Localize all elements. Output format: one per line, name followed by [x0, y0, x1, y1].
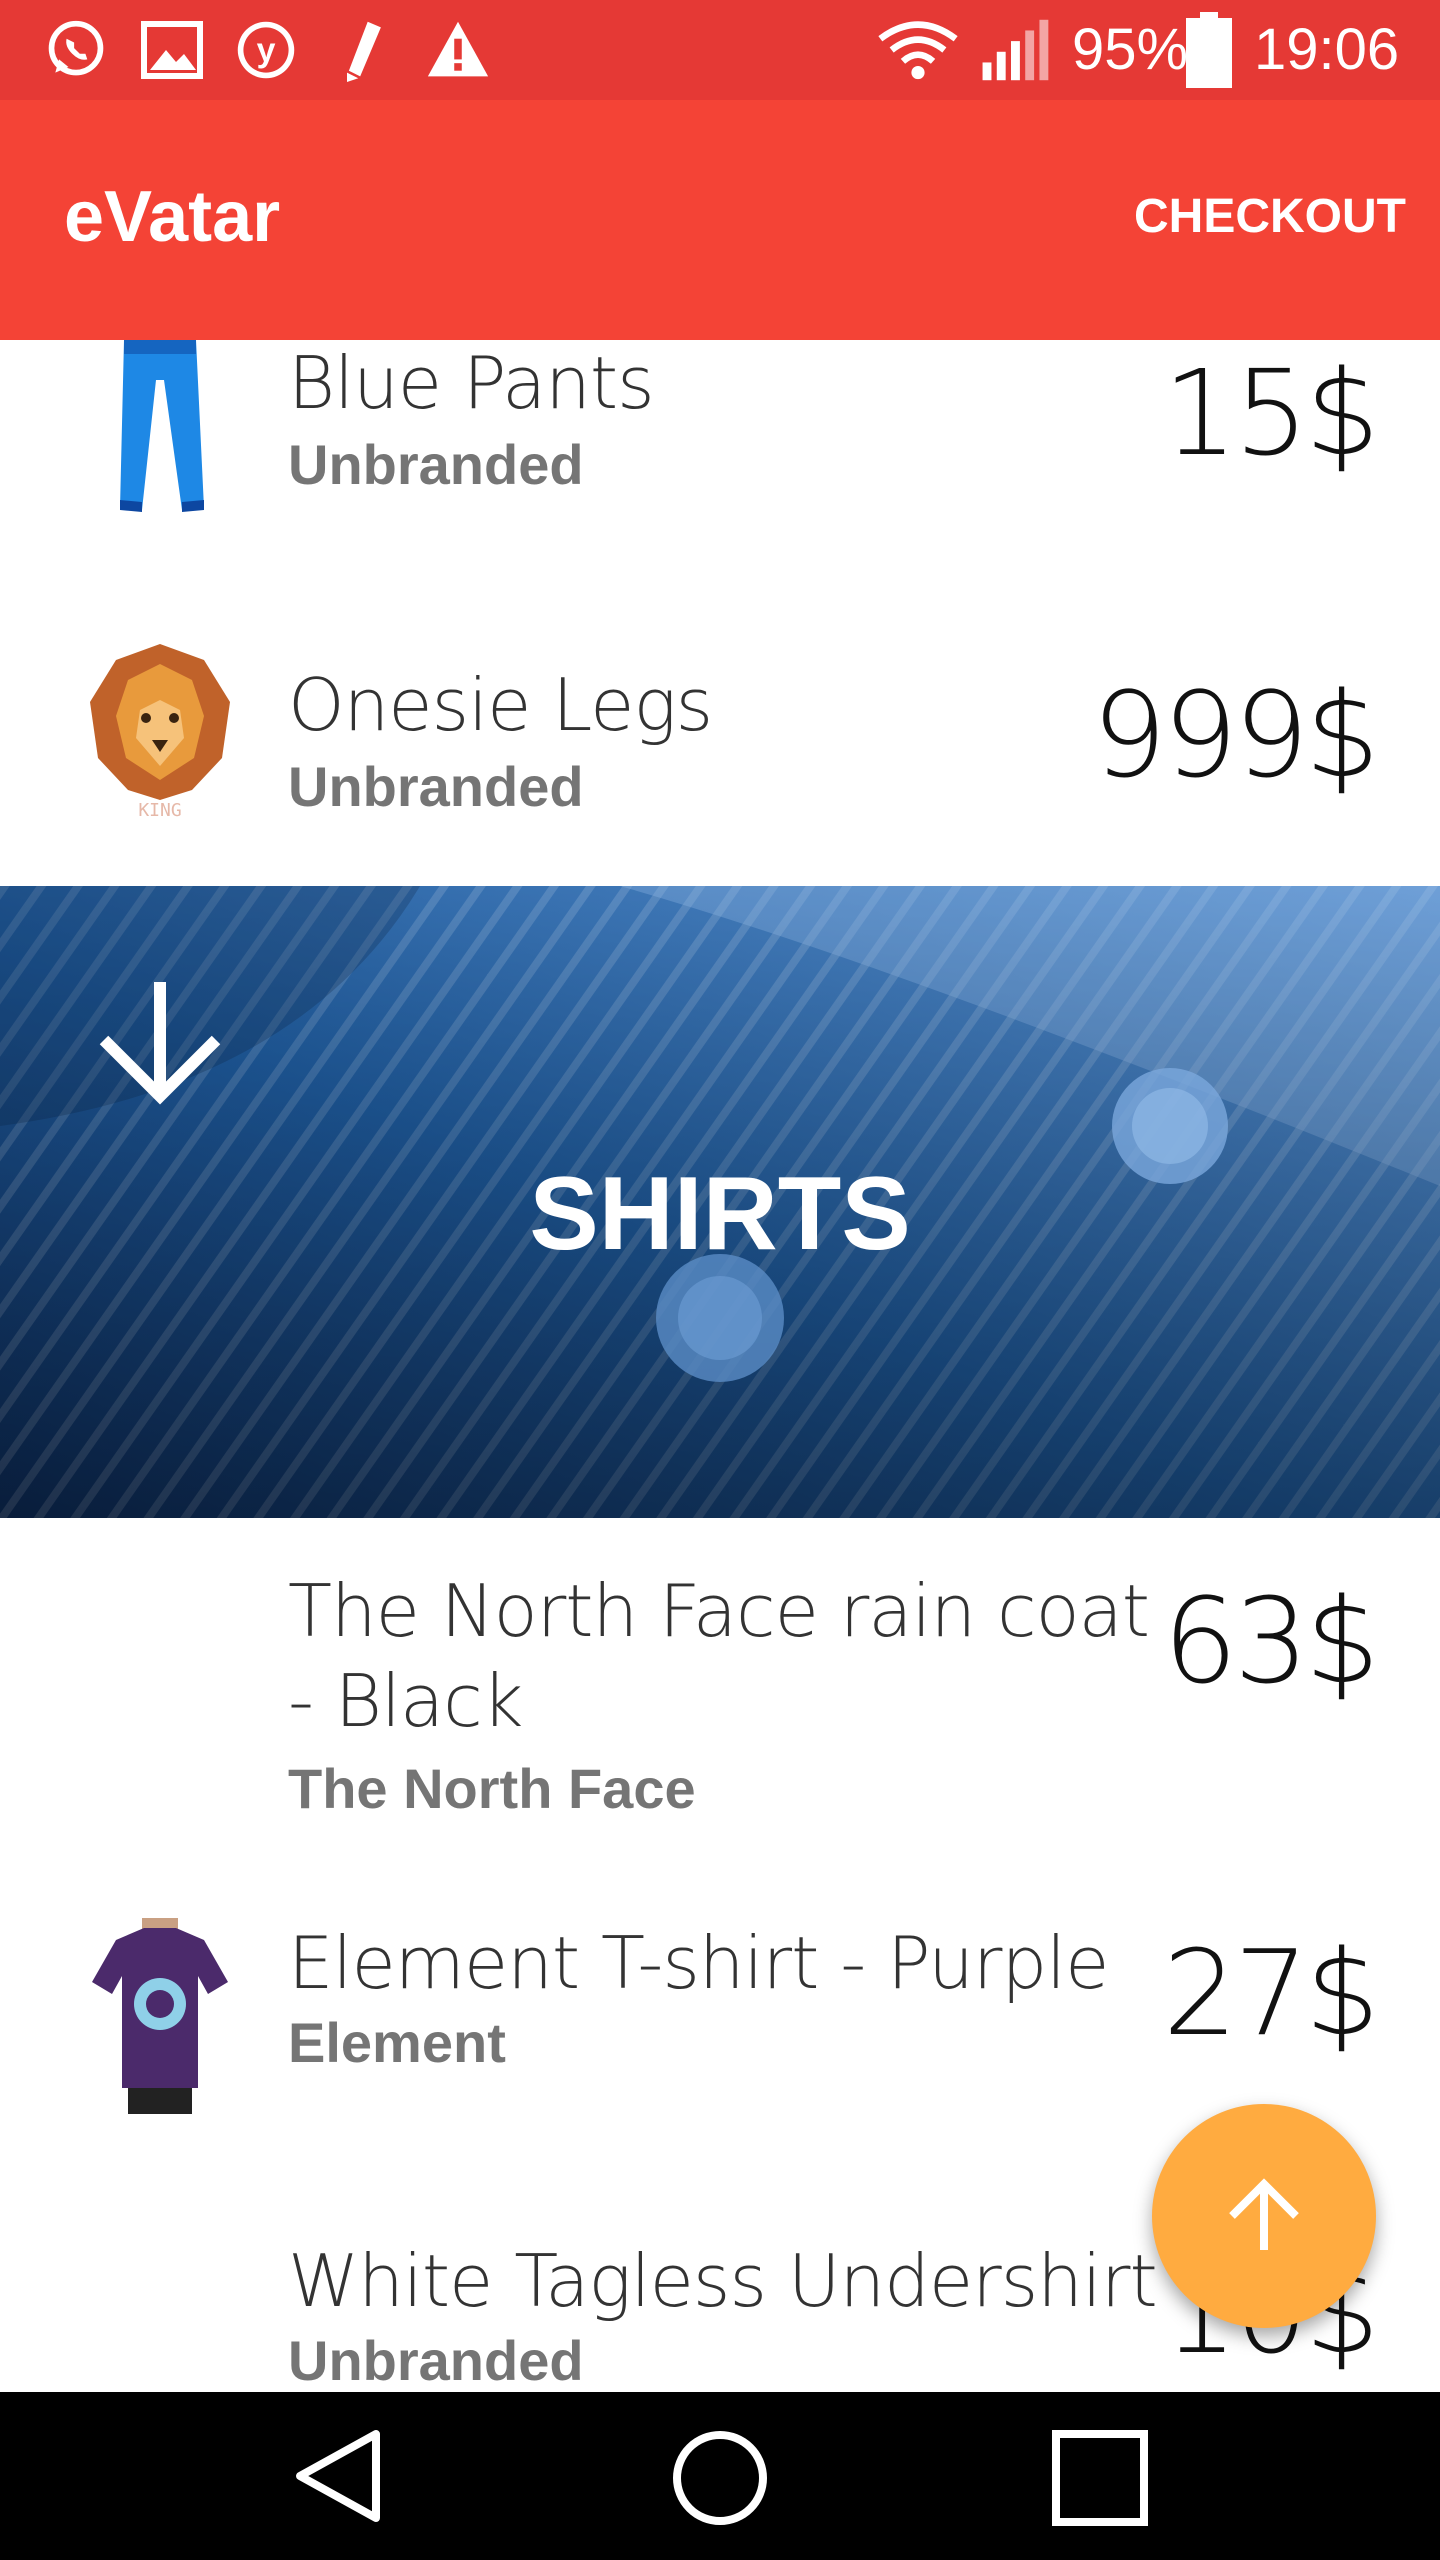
- navigation-bar: [0, 2392, 1440, 2560]
- gallery-icon: [141, 21, 203, 79]
- battery-percent: 95%: [1072, 17, 1189, 82]
- wifi-icon: [878, 21, 958, 80]
- scroll-to-top-button[interactable]: [1152, 2104, 1376, 2328]
- status-bar: y 95% 19:06: [0, 0, 1440, 100]
- svg-text:y: y: [257, 31, 276, 69]
- item-brand: Element: [288, 2011, 506, 2074]
- list-item-north-face-rain-coat[interactable]: The North Face rain coat - Black The Nor…: [0, 1566, 1440, 1866]
- item-price: 15$: [1162, 344, 1380, 482]
- item-name: The North Face rain coat - Black: [288, 1569, 1150, 1743]
- signal-icon: [982, 19, 1049, 81]
- item-price: 63$: [1162, 1572, 1380, 1710]
- category-title: SHIRTS: [529, 1156, 911, 1272]
- arrow-down-icon[interactable]: [96, 978, 224, 1106]
- edit-icon: [347, 21, 381, 82]
- warning-icon: [427, 21, 489, 77]
- lion-king-thumbnail: KING: [90, 644, 230, 820]
- item-brand: The North Face: [288, 1757, 696, 1820]
- item-price: 999$: [1091, 666, 1380, 804]
- arrow-up-icon: [1229, 2178, 1299, 2250]
- back-icon[interactable]: [290, 2428, 386, 2524]
- product-list[interactable]: Blue Pants Unbranded 15$ KING Onesie Leg…: [0, 340, 1440, 2392]
- category-banner-shirts[interactable]: SHIRTS: [0, 886, 1440, 1518]
- item-name: Blue Pants: [288, 341, 655, 425]
- app-bar: eVatar CHECKOUT: [0, 100, 1440, 340]
- battery-icon: [1186, 12, 1232, 88]
- item-price: 27$: [1162, 1924, 1380, 2062]
- item-name: Onesie Legs: [288, 663, 713, 747]
- item-brand: Unbranded: [288, 755, 584, 818]
- purple-tshirt-thumbnail: [92, 1918, 228, 2114]
- item-brand: Unbranded: [288, 2329, 584, 2392]
- item-name: White Tagless Undershirt: [288, 2239, 1158, 2323]
- blue-pants-thumbnail: [120, 340, 204, 512]
- checkout-button[interactable]: CHECKOUT: [1134, 188, 1406, 246]
- clock: 19:06: [1254, 17, 1400, 82]
- list-item-blue-pants[interactable]: Blue Pants Unbranded 15$: [0, 340, 1440, 570]
- list-item-onesie-legs[interactable]: KING Onesie Legs Unbranded 999$: [0, 640, 1440, 886]
- item-name: Element T-shirt - Purple: [288, 1921, 1109, 2005]
- recents-icon[interactable]: [1050, 2428, 1150, 2528]
- app-title: eVatar: [64, 177, 281, 257]
- home-icon[interactable]: [670, 2428, 770, 2528]
- yandex-icon: y: [237, 21, 295, 79]
- svg-text:KING: KING: [138, 800, 181, 820]
- whatsapp-icon: [48, 20, 104, 76]
- item-brand: Unbranded: [288, 433, 584, 496]
